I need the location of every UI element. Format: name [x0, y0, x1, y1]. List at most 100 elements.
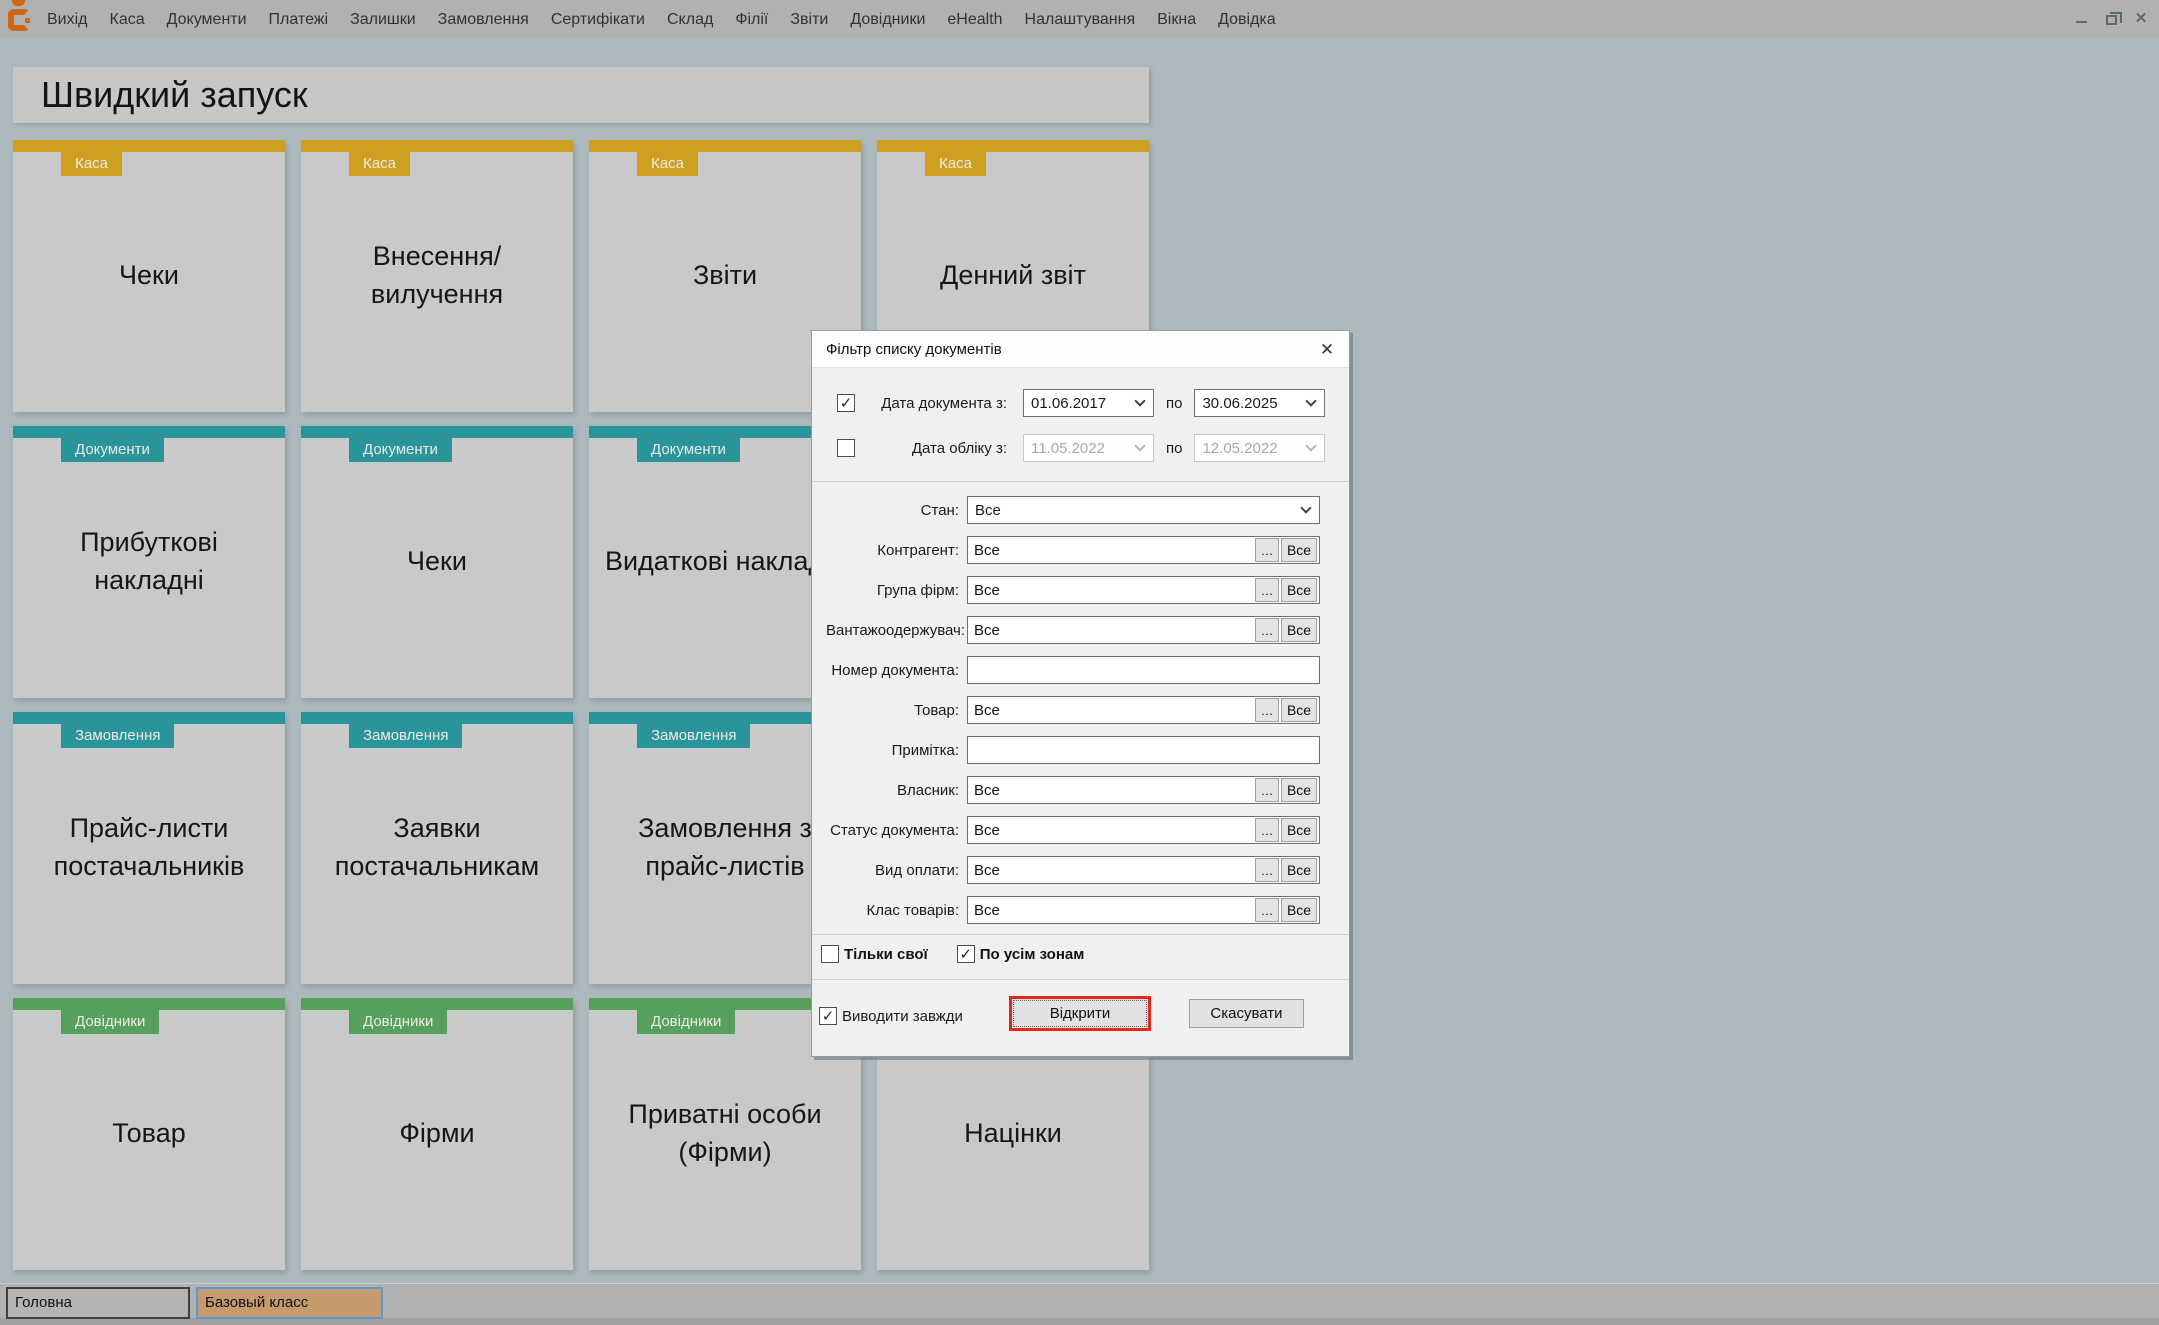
- close-icon: ✕: [2134, 10, 2148, 27]
- kontragent-input[interactable]: [968, 541, 1255, 559]
- all-button[interactable]: Все: [1281, 698, 1317, 722]
- all-button[interactable]: Все: [1281, 618, 1317, 642]
- main-menu: Вихід Каса Документи Платежі Залишки Зам…: [8, 9, 1287, 31]
- dialog-title: Фільтр списку документів: [812, 331, 1349, 368]
- always-show-label: Виводити завжди: [842, 1007, 963, 1025]
- tile-label: Внесення/вилучення: [370, 241, 504, 309]
- menu-item-sertyfikaty[interactable]: Сертифікати: [540, 9, 656, 31]
- minimize-button[interactable]: [2069, 6, 2093, 30]
- browse-button[interactable]: …: [1255, 898, 1279, 922]
- window-icon-fragment: [12, 0, 25, 6]
- date-document-to-combo[interactable]: 30.06.2025: [1194, 389, 1326, 417]
- browse-button[interactable]: …: [1255, 618, 1279, 642]
- browse-button[interactable]: …: [1255, 858, 1279, 882]
- klas-tovariv-input[interactable]: [968, 901, 1255, 919]
- dialog-close-button[interactable]: ✕: [1313, 336, 1341, 364]
- tilky-svoi-checkbox[interactable]: [821, 945, 839, 963]
- nomer-dokumenta-input[interactable]: [967, 656, 1320, 684]
- menu-item-nalashtuvannya[interactable]: Налаштування: [1014, 9, 1147, 31]
- close-icon: ✕: [1319, 340, 1335, 359]
- tile-kasa-vnesennya[interactable]: Каса Внесення/вилучення: [301, 140, 573, 412]
- prymitka-input[interactable]: [967, 736, 1320, 764]
- po-usim-zonam-checkbox[interactable]: ✓: [956, 945, 975, 963]
- stan-combo[interactable]: Все: [967, 496, 1320, 524]
- browse-button[interactable]: …: [1255, 578, 1279, 602]
- status-dokumenta-input[interactable]: [968, 821, 1255, 839]
- menu-item-zalyshky[interactable]: Залишки: [339, 9, 427, 31]
- menu-item-filii[interactable]: Філії: [724, 9, 779, 31]
- restore-icon: [2105, 11, 2122, 25]
- tile-zam-prais-lysty[interactable]: Замовлення Прайс-листи постачальників: [13, 712, 285, 984]
- restore-button[interactable]: [2099, 6, 2123, 30]
- cancel-button[interactable]: Скасувати: [1189, 999, 1304, 1028]
- status-bar: Головна Базовый класс: [0, 1283, 2159, 1325]
- vyd-oplaty-lookup: … Все: [967, 856, 1320, 884]
- tile-kasa-cheky[interactable]: Каса Чеки: [13, 140, 285, 412]
- tile-zam-zayavky[interactable]: Замовлення Заявки постачальникам: [301, 712, 573, 984]
- checkmark-icon: ✓: [839, 394, 853, 412]
- tab-bazovyi-klass[interactable]: Базовый класс: [196, 1287, 383, 1319]
- all-button[interactable]: Все: [1281, 858, 1317, 882]
- tovar-input[interactable]: [968, 701, 1255, 719]
- all-button[interactable]: Все: [1281, 578, 1317, 602]
- menu-item-platezhi[interactable]: Платежі: [258, 9, 340, 31]
- minimize-icon: [2075, 21, 2087, 23]
- menu-item-sklad[interactable]: Склад: [656, 9, 724, 31]
- field-row-prymitka: Примітка:: [826, 736, 1320, 764]
- dialog-body: ✓ Дата документа з: 01.06.2017 по 30.06.…: [812, 368, 1349, 1058]
- tile-doc-prybutkovi[interactable]: Документи Прибуткові накладні: [13, 426, 285, 698]
- all-button[interactable]: Все: [1281, 778, 1317, 802]
- menu-item-vykhid[interactable]: Вихід: [36, 9, 99, 31]
- browse-button[interactable]: …: [1255, 698, 1279, 722]
- top-menu-bar: Вихід Каса Документи Платежі Залишки Зам…: [0, 0, 2159, 38]
- date-document-checkbox[interactable]: ✓: [837, 394, 855, 412]
- grupa-firm-input[interactable]: [968, 581, 1255, 599]
- vantazhooderzhuvach-lookup: … Все: [967, 616, 1320, 644]
- window-controls: ✕: [2069, 6, 2153, 30]
- menu-item-vikna[interactable]: Вікна: [1146, 9, 1207, 31]
- date-accounting-to-combo[interactable]: 12.05.2022: [1194, 434, 1326, 462]
- chevron-down-icon: [1134, 395, 1146, 407]
- all-button[interactable]: Все: [1281, 818, 1317, 842]
- menu-item-dovidka[interactable]: Довідка: [1207, 9, 1287, 31]
- quick-launch-title: Швидкий запуск: [13, 67, 1149, 123]
- menu-item-dovidnyky[interactable]: Довідники: [839, 9, 936, 31]
- field-row-stan: Стан: Все: [826, 496, 1320, 524]
- all-button[interactable]: Все: [1281, 538, 1317, 562]
- tile-label: Фірми: [399, 1118, 475, 1149]
- all-button[interactable]: Все: [1281, 898, 1317, 922]
- date-accounting-checkbox[interactable]: [837, 439, 855, 457]
- browse-button[interactable]: …: [1255, 818, 1279, 842]
- chevron-down-icon: [1300, 502, 1312, 514]
- browse-button[interactable]: …: [1255, 778, 1279, 802]
- chevron-down-icon: [1305, 440, 1318, 452]
- menu-item-ehealth[interactable]: eHealth: [936, 9, 1013, 31]
- tile-label: Прибуткові накладні: [80, 527, 218, 595]
- field-row-nomer-dokumenta: Номер документа:: [826, 656, 1320, 684]
- tab-holovna[interactable]: Головна: [6, 1287, 190, 1319]
- date-to-value: 12.05.2022: [1202, 439, 1278, 457]
- menu-item-kasa[interactable]: Каса: [99, 9, 156, 31]
- date-accounting-from-combo[interactable]: 11.05.2022: [1023, 434, 1154, 462]
- tile-dov-tovar[interactable]: Довідники Товар: [13, 998, 285, 1270]
- field-label: Група фірм:: [876, 581, 959, 599]
- menu-item-dokumenty[interactable]: Документи: [156, 9, 258, 31]
- chevron-down-icon: [1134, 440, 1146, 452]
- always-show-checkbox[interactable]: ✓: [819, 1007, 837, 1025]
- tilky-svoi-label: Тільки свої: [844, 945, 928, 963]
- vyd-oplaty-input[interactable]: [968, 861, 1255, 879]
- close-button[interactable]: ✕: [2129, 6, 2153, 30]
- separator: [812, 481, 1349, 482]
- tile-doc-cheky[interactable]: Документи Чеки: [301, 426, 573, 698]
- date-document-from-combo[interactable]: 01.06.2017: [1023, 389, 1154, 417]
- tile-dov-firmy[interactable]: Довідники Фірми: [301, 998, 573, 1270]
- menu-item-zamovlennya[interactable]: Замовлення: [427, 9, 540, 31]
- vantazhooderzhuvach-input[interactable]: [968, 621, 1255, 639]
- field-label: Власник:: [897, 781, 959, 799]
- date-document-label: Дата документа з:: [881, 394, 1007, 412]
- menu-item-zvity[interactable]: Звіти: [779, 9, 839, 31]
- field-row-tovar: Товар: … Все: [826, 696, 1320, 724]
- browse-button[interactable]: …: [1255, 538, 1279, 562]
- open-button[interactable]: Відкрити: [1009, 996, 1151, 1031]
- vlasnyk-input[interactable]: [968, 781, 1255, 799]
